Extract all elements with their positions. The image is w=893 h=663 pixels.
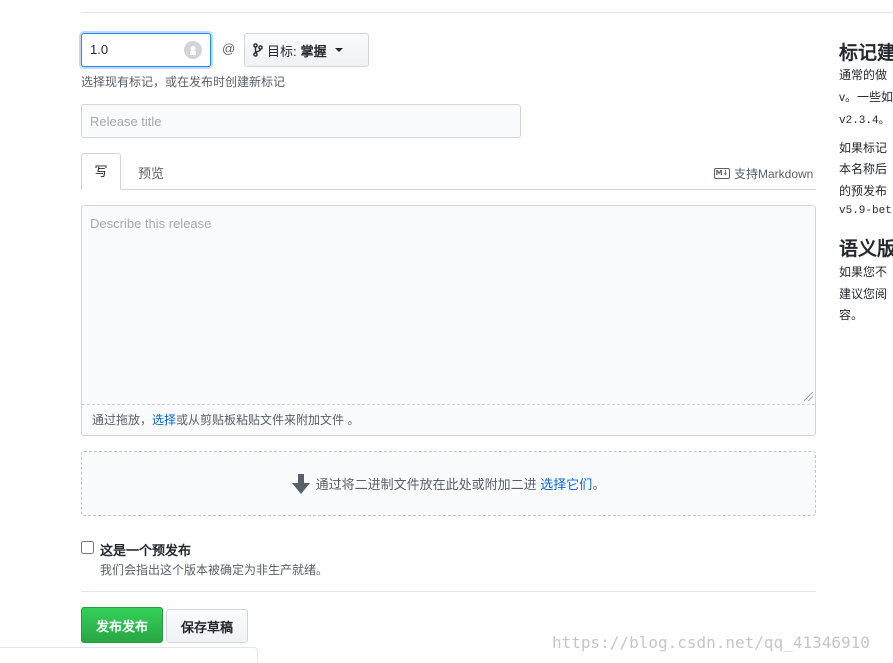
sidebar-text: 建议您阅 [839,287,888,301]
watermark: https://blog.csdn.net/qq_41346910 [552,633,870,652]
sidebar-link[interactable]: 容。 [839,306,893,323]
sidebar-text: 如果标记 [839,141,888,155]
prerelease-note: 我们会指出这个版本被确定为非生产就绪。 [100,563,329,577]
target-prefix: 目标: [267,43,297,59]
tab-write[interactable]: 写 [81,153,121,190]
save-draft-button[interactable]: 保存草稿 [166,609,248,643]
sidebar-text: 如果您不 [839,265,888,279]
description-textarea[interactable] [82,206,815,404]
target-branch-name: 掌握 [300,43,327,59]
attach-text-after: 或从剪贴板粘贴文件来附加文件 。 [176,413,360,427]
tab-bar-divider [81,189,816,190]
binaries-drop-zone[interactable]: 通过将二进制文件放在此处或附加二进 选择它们。 [81,451,816,516]
actions-divider [81,591,816,592]
sidebar-text: 的预发布 [839,184,888,198]
tab-preview[interactable]: 预览 [138,163,164,182]
attach-select-link[interactable]: 选择 [152,413,176,427]
sidebar-text: 通常的做 [839,68,888,82]
sidebar-heading-tagging: 标记建 [839,43,893,64]
chevron-down-icon [334,48,343,52]
resize-handle-icon[interactable] [804,392,813,401]
sidebar-text: 本名称后 [839,162,888,176]
arrow-down-icon [291,473,310,494]
publish-release-button[interactable]: 发布发布 [81,607,163,643]
sidebar-text: v。一些如 [839,90,893,104]
top-divider [81,12,893,13]
at-symbol: @ [222,41,236,56]
sidebar-code: v5.9-bet [839,205,892,217]
prerelease-label[interactable]: 这是一个预发布 [100,540,191,559]
release-title-input[interactable] [81,104,521,138]
attach-files-bar: 通过拖放，选择或从剪贴板粘贴文件来附加文件 。 [82,404,815,435]
markdown-label: 支持Markdown [734,167,814,181]
binaries-text: 通过将二进制文件放在此处或附加二进 [315,477,541,492]
attach-text-before: 通过拖放， [92,413,153,427]
target-branch-button[interactable]: 目标: 掌握 [244,33,369,67]
description-editor: 通过拖放，选择或从剪贴板粘贴文件来附加文件 。 [81,205,816,436]
binaries-select-link[interactable]: 选择它们 [540,477,592,492]
markdown-icon: M↓ [714,168,730,179]
branch-icon [253,43,263,57]
bottom-partial-box [0,647,258,663]
markdown-support-link[interactable]: M↓ 支持Markdown [714,165,813,182]
tag-status-icon [184,41,202,59]
binaries-suffix: 。 [592,477,606,492]
prerelease-checkbox[interactable] [81,541,94,554]
sidebar-heading-semver: 语义版 [839,239,893,260]
tag-hint: 选择现有标记，或在发布时创建新标记 [81,75,286,89]
sidebar-code: v2.3.4。 [839,115,890,127]
